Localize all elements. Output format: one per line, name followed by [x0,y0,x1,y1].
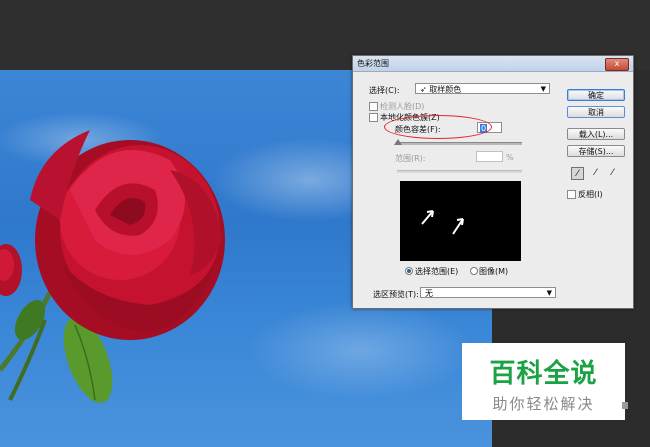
select-label: 选择(C): [369,86,400,95]
cancel-button[interactable]: 取消 [567,106,625,118]
watermark-subtitle: 助你轻松解决 [492,395,595,413]
radio-selection-label: 选择范围(E) [415,267,459,276]
range-label: 范围(R): [395,154,426,163]
watermark-tab [622,402,628,409]
radio-image-label: 图像(M) [479,267,509,276]
select-dropdown[interactable]: ➶ 取样颜色 ▼ [415,83,550,94]
eyedropper-icon[interactable]: ⁄ [571,167,584,180]
dialog-titlebar[interactable]: 色彩范围 x [353,56,633,72]
highlight-oval [384,115,492,139]
radio-selection[interactable] [405,267,413,275]
dialog-title: 色彩范围 [357,59,389,68]
watermark-title: 百科全说 [489,359,598,389]
range-slider[interactable] [397,170,522,173]
mask-preview [400,181,521,261]
chevron-down-icon: ▼ [546,289,552,297]
chevron-down-icon: ▼ [540,85,546,93]
ok-button[interactable]: 确定 [567,89,625,101]
color-range-dialog: 色彩范围 x 选择(C): ➶ 取样颜色 ▼ 检测人脸(D) 本地化颜色簇(Z)… [352,55,634,309]
invert-checkbox[interactable] [567,190,576,199]
watermark: 百科全说 助你轻松解决 [462,343,625,420]
load-button[interactable]: 载入(L)... [567,128,625,140]
close-icon[interactable]: x [605,58,629,71]
invert-label: 反相(I) [578,190,603,199]
range-input[interactable] [476,151,503,162]
selection-preview-label: 选区预览(T): [373,290,419,299]
save-button[interactable]: 存储(S)... [567,145,625,157]
range-unit: % [506,153,514,162]
eyedropper-plus-icon[interactable]: ⁄ [589,167,602,180]
detect-faces-label: 检测人脸(D) [380,102,425,111]
eyedropper-small-icon: ➶ [420,85,427,94]
selection-preview-dropdown[interactable]: 无 ▼ [420,287,556,298]
localized-clusters-checkbox[interactable] [369,113,378,122]
fuzziness-slider[interactable] [397,142,522,145]
select-value: 取样颜色 [429,85,462,94]
eyedropper-minus-icon[interactable]: ⁄ [606,167,619,180]
arrow-annotations [421,210,464,235]
radio-image[interactable] [470,267,478,275]
fuzziness-slider-thumb[interactable] [394,139,402,145]
selection-preview-value: 无 [425,289,433,298]
detect-faces-checkbox[interactable] [369,102,378,111]
